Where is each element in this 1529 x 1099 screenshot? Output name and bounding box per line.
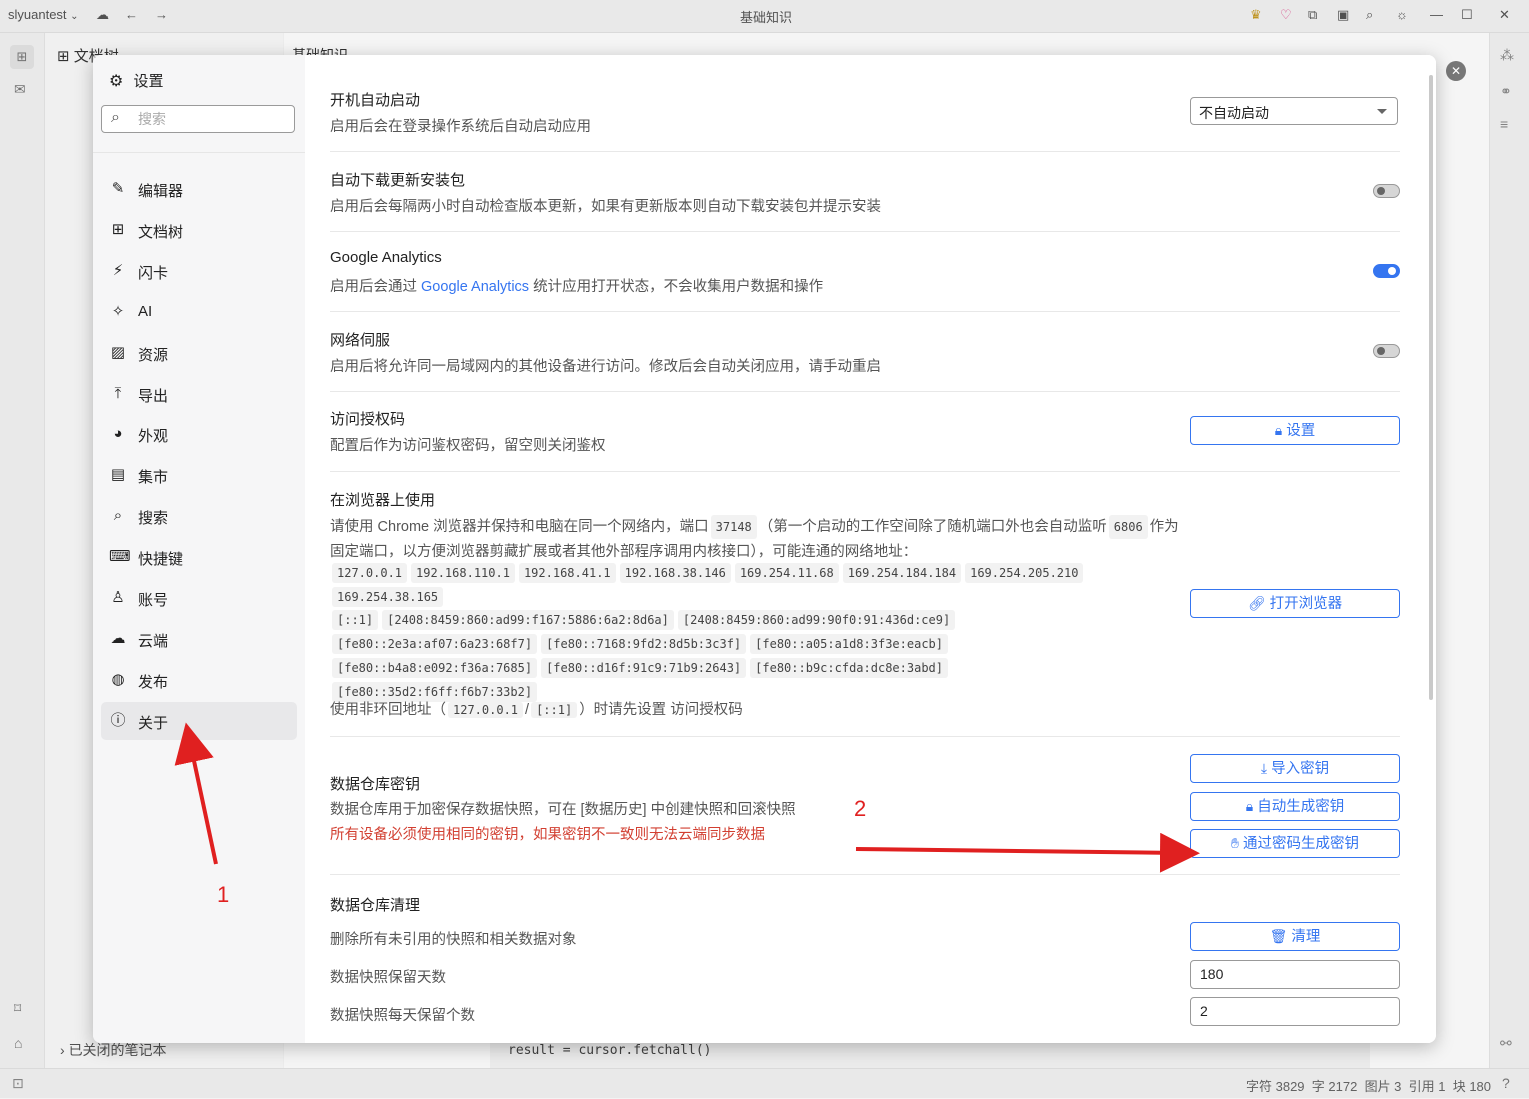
annotation-arrow-1 [174, 722, 218, 865]
annotation-layer [174, 722, 1200, 873]
annotation-label-1: 1 [217, 882, 230, 907]
annotation-arrow-2 [855, 832, 1200, 873]
annotation-label-2: 2 [854, 796, 867, 821]
